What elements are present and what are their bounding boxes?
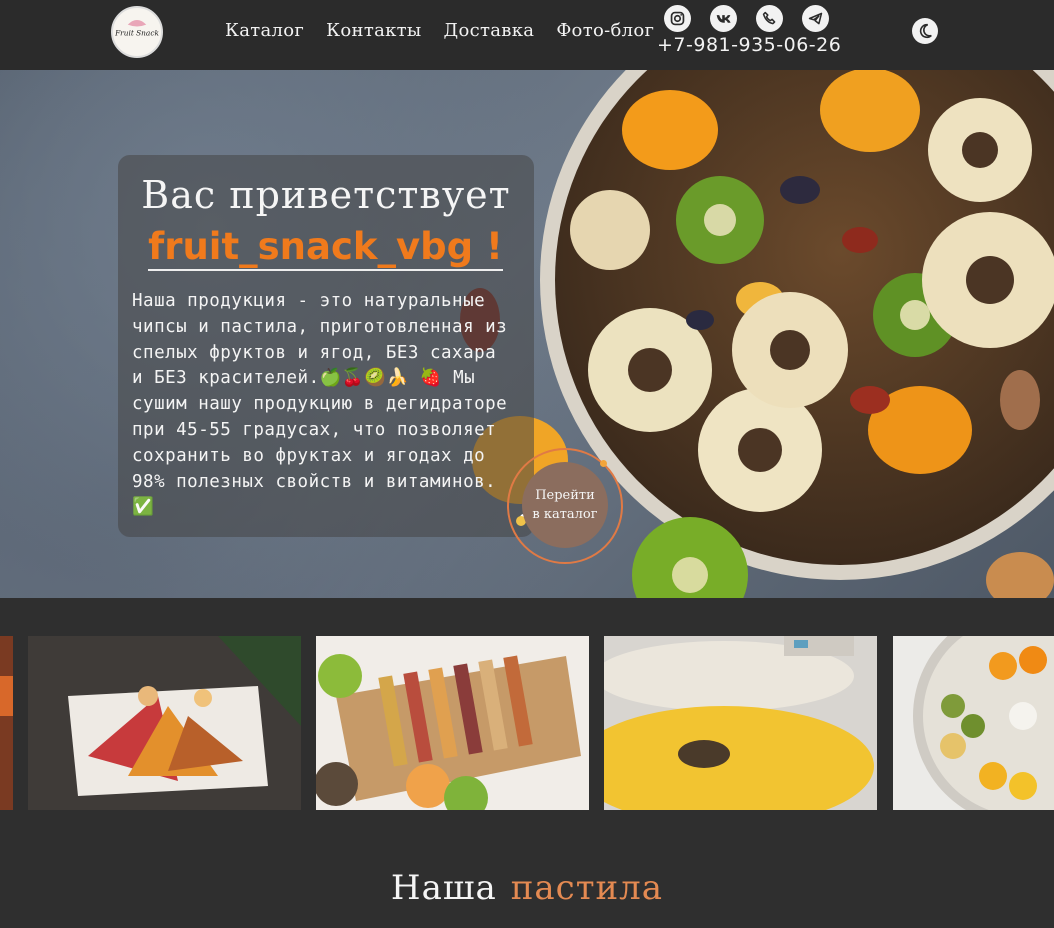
gallery-photo-pastila-platter[interactable] xyxy=(28,636,301,810)
brand-name: fruit_snack_vbg ! xyxy=(148,225,503,271)
catalog-button-line2: в каталог xyxy=(532,507,598,522)
hero-description: Наша продукция - это натуральные чипсы и… xyxy=(132,291,508,518)
gallery-photo-dehydrator-citrus[interactable] xyxy=(893,636,1054,810)
nav-delivery[interactable]: Доставка xyxy=(444,20,535,41)
photo-carousel xyxy=(0,636,1054,810)
decor-dot xyxy=(600,460,607,467)
nav-photo-blog[interactable]: Фото-блог xyxy=(556,20,654,41)
hero-title: Вас приветствует xyxy=(141,173,511,217)
nav-contacts[interactable]: Контакты xyxy=(326,20,421,41)
logo[interactable]: Fruit Snack xyxy=(111,6,163,58)
vk-icon[interactable] xyxy=(710,5,737,32)
catalog-button[interactable]: Перейти в каталог xyxy=(522,462,608,548)
svg-text:Fruit Snack: Fruit Snack xyxy=(114,29,159,38)
hero-section: Вас приветствует fruit_snack_vbg ! Наша … xyxy=(0,70,1054,598)
telegram-icon[interactable] xyxy=(802,5,829,32)
main-nav: Каталог Контакты Доставка Фото-блог xyxy=(225,20,654,41)
section-title-word2: пастила xyxy=(510,868,664,908)
gallery-photo-partial[interactable] xyxy=(0,636,13,810)
section-title: Наша пастила xyxy=(0,868,1054,908)
nav-catalog[interactable]: Каталог xyxy=(225,20,304,41)
social-links xyxy=(664,5,829,32)
site-header: Fruit Snack Каталог Контакты Доставка Фо… xyxy=(0,0,1054,70)
gallery-photo-dehydrator-pineapple[interactable] xyxy=(604,636,877,810)
catalog-button-line1: Перейти xyxy=(535,488,595,503)
gallery-photo-pastila-rolls-box[interactable] xyxy=(316,636,589,810)
moon-icon[interactable] xyxy=(912,18,938,44)
instagram-icon[interactable] xyxy=(664,5,691,32)
welcome-panel: Вас приветствует fruit_snack_vbg ! Наша … xyxy=(118,155,534,537)
phone-icon[interactable] xyxy=(756,5,783,32)
section-title-word1: Наша xyxy=(390,868,497,908)
phone-number[interactable]: +7-981-935-06-26 xyxy=(657,34,841,56)
